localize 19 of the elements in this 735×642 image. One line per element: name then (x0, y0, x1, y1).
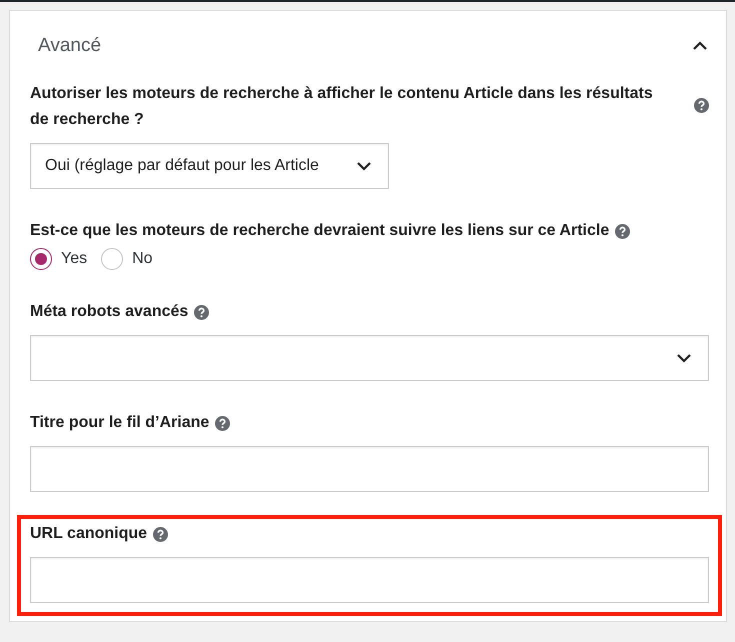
field-label: Autoriser les moteurs de recherche à afficher le contenu Article dans les résultats de recherche ? (30, 84, 654, 130)
field-label: Titre pour le fil d’Ariane (30, 413, 210, 433)
radio-label: No (132, 250, 153, 268)
radio-button[interactable] (101, 248, 124, 270)
field-label: Est-ce que les moteurs de recherche devraient suivre les liens sur ce Article (30, 221, 610, 241)
help-icon[interactable] (194, 304, 210, 320)
input-field[interactable] (30, 446, 709, 492)
select-field[interactable]: Oui (réglage par défaut pour les Article (30, 143, 389, 189)
help-icon[interactable] (615, 224, 630, 238)
input-field[interactable] (30, 557, 709, 603)
radio-label: Yes (61, 250, 88, 268)
section-title: Avancé (38, 35, 102, 57)
field-label: Méta robots avancés (30, 302, 188, 322)
field-label: URL canonique (30, 524, 148, 544)
select-field[interactable] (30, 335, 709, 381)
help-icon[interactable] (215, 416, 230, 430)
help-icon[interactable] (694, 98, 709, 112)
help-icon[interactable] (153, 526, 168, 542)
radio-button[interactable] (30, 248, 52, 270)
